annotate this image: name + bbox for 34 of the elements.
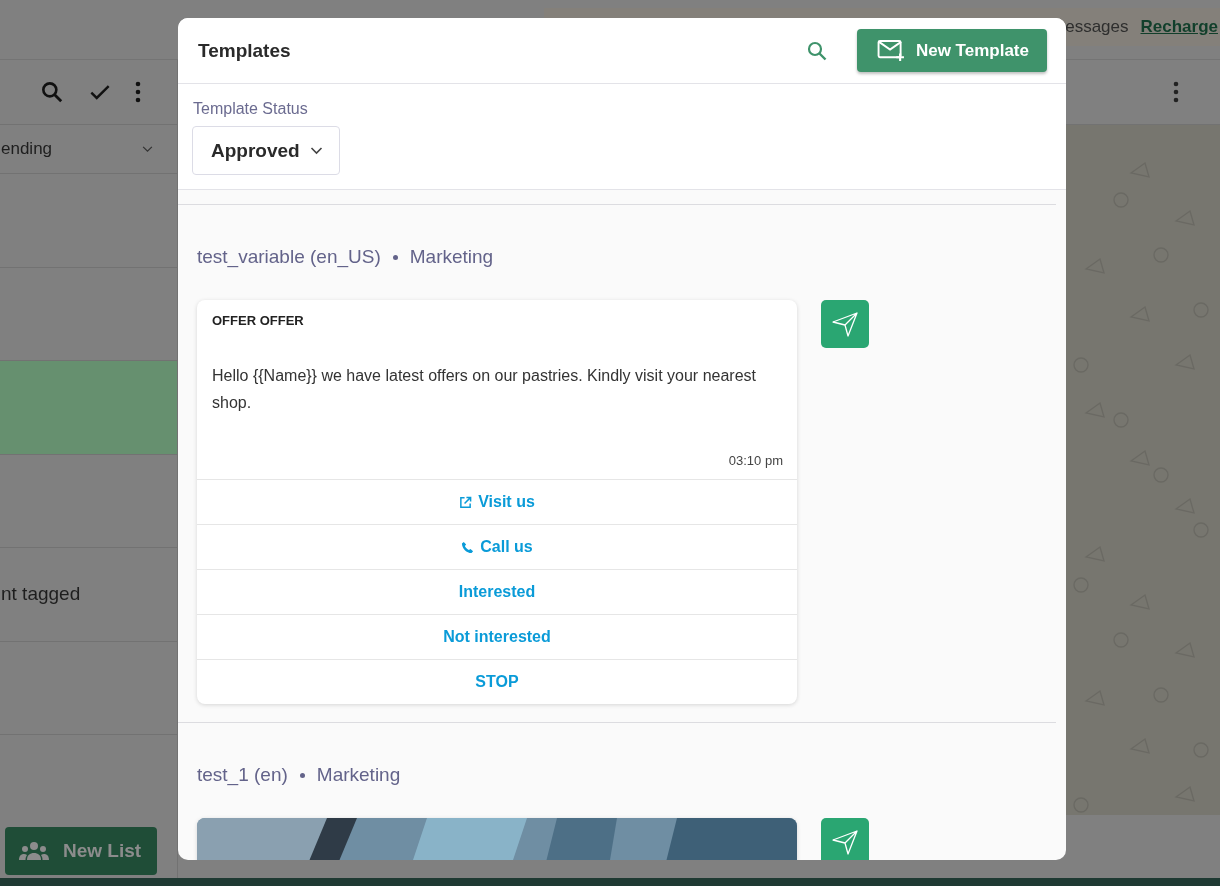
message-header: OFFER OFFER	[211, 312, 305, 328]
search-icon[interactable]	[39, 79, 65, 105]
send-button[interactable]	[821, 818, 869, 860]
send-icon	[831, 828, 859, 856]
message-button[interactable]: Visit us	[197, 479, 797, 524]
send-icon	[831, 310, 859, 338]
template-name: test_1 (en)	[197, 764, 288, 786]
chevron-icon	[309, 146, 323, 155]
external-link-icon	[459, 495, 473, 509]
template-category: Marketing	[316, 764, 401, 786]
banner-text: essages	[1065, 17, 1129, 37]
new-template-button[interactable]: New Template	[856, 29, 1047, 72]
message-button[interactable]: Call us	[197, 524, 797, 569]
dialog-title: Templates	[198, 39, 292, 62]
status-dropdown[interactable]: Approved	[192, 126, 340, 175]
chevron-icon	[142, 145, 153, 153]
more-icon[interactable]	[1173, 80, 1179, 104]
template-name: test_variable (en_US)	[197, 246, 381, 268]
message-time: 03:10 pm	[727, 452, 784, 470]
message-body: Hello {{Name}} we have latest offers on our pastries. Kindly visit your nearest shop.	[211, 366, 757, 413]
template-category: Marketing	[409, 246, 494, 268]
list-row[interactable]: nt tagged	[0, 548, 177, 642]
message-button[interactable]: STOP	[197, 659, 797, 704]
filter-dropdown[interactable]: ending	[0, 125, 177, 174]
message-button[interactable]: Interested	[197, 569, 797, 614]
recharge-link[interactable]: Recharge	[1140, 17, 1218, 37]
message-button[interactable]: Not interested	[197, 614, 797, 659]
phone-icon	[461, 540, 475, 554]
more-icon[interactable]	[135, 80, 141, 104]
mail-plus-icon	[876, 39, 906, 62]
field-label: Template Status	[193, 100, 308, 118]
send-button[interactable]	[821, 300, 869, 348]
new-list-button[interactable]: New List	[5, 827, 157, 875]
people-icon	[19, 841, 49, 861]
